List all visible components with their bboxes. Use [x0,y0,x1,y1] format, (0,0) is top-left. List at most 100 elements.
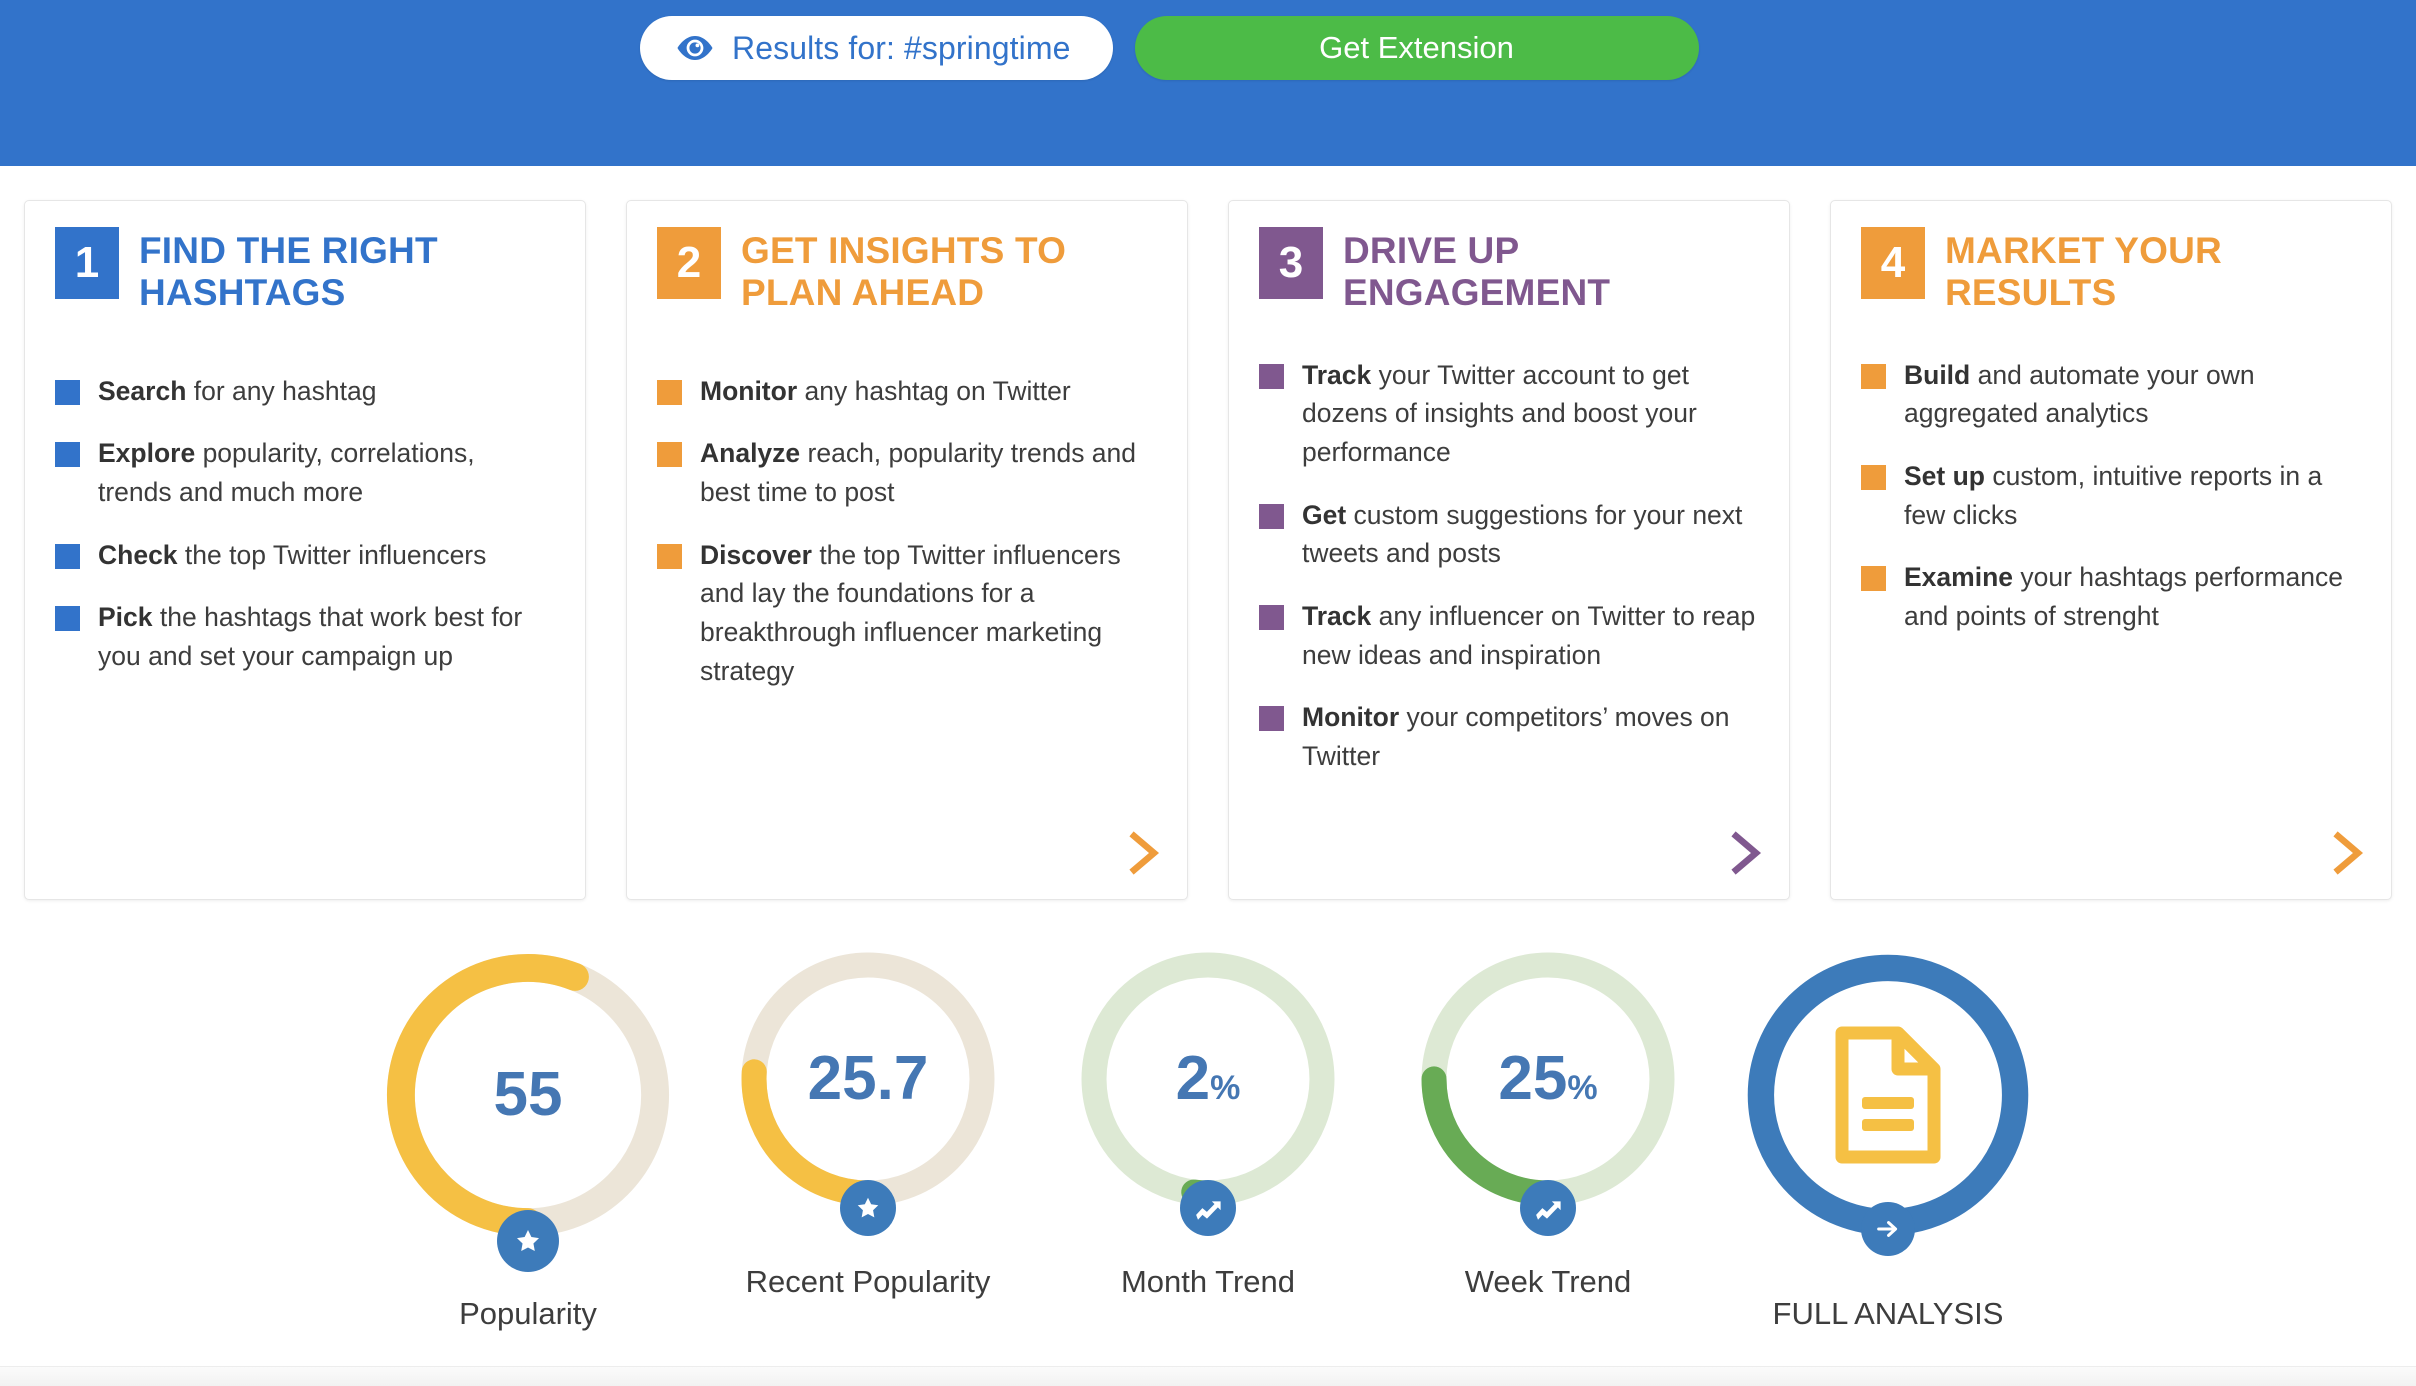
metric-popularity[interactable]: 55 Popularity [358,940,698,1332]
metric-week-trend[interactable]: 25% Week Trend [1378,940,1718,1300]
card-header: 4 MARKET YOUR RESULTS [1861,227,2361,314]
trend-badge[interactable] [1180,1180,1236,1236]
results-pill[interactable]: Results for: #springtime [640,16,1113,80]
trend-badge[interactable] [1520,1180,1576,1236]
star-icon [513,1226,543,1256]
get-extension-button[interactable]: Get Extension [1134,16,1699,80]
top-bar: Results for: #springtime Get Extension [0,0,2416,166]
list-item: Pick the hashtags that work best for you… [55,598,555,675]
bullet-text: Track your Twitter account to get dozens… [1302,356,1759,472]
bullet-rest: the top Twitter influencers [177,539,487,570]
gauge-value: 2% [1175,1044,1241,1113]
arrow-right-icon [1874,1215,1902,1243]
bullet-text: Examine your hashtags performance and po… [1904,558,2361,635]
bullet-square-icon [1259,503,1284,529]
bullet-rest: custom suggestions for your next tweets … [1302,499,1743,569]
feature-card-2[interactable]: 2 GET INSIGHTS TO PLAN AHEAD Monitor any… [626,200,1188,900]
bullet-square-icon [55,442,80,468]
trend-up-icon [1533,1193,1563,1223]
feature-card-4[interactable]: 4 MARKET YOUR RESULTS Build and automate… [1830,200,2392,900]
list-item: Monitor any hashtag on Twitter [657,372,1157,411]
list-item: Track any influencer on Twitter to reap … [1259,597,1759,674]
list-item: Check the top Twitter influencers [55,536,555,575]
trend-up-icon [1193,1193,1223,1223]
bullet-text: Analyze reach, popularity trends and bes… [700,434,1157,511]
star-badge[interactable] [840,1180,896,1236]
bullet-square-icon [1861,566,1886,592]
full-analysis-ring [1733,940,2043,1256]
metric-recent-popularity[interactable]: 25.7 Recent Popularity [698,940,1038,1300]
card-bullet-list: Build and automate your own aggregated a… [1861,356,2361,636]
list-item: Discover the top Twitter influencers and… [657,536,1157,691]
card-bullet-list: Track your Twitter account to get dozens… [1259,356,1759,776]
arrow-badge[interactable] [1861,1202,1915,1256]
gauge-value: 25.7 [807,1044,929,1113]
feature-card-3[interactable]: 3 DRIVE UP ENGAGEMENT Track your Twitter… [1228,200,1790,900]
bullet-rest: the hashtags that work best for you and … [98,602,523,672]
list-item: Build and automate your own aggregated a… [1861,356,2361,433]
bullet-strong: Get [1302,499,1347,530]
card-bullet-list: Monitor any hashtag on Twitter Analyze r… [657,372,1157,691]
results-label: Results for: #springtime [732,29,1071,66]
list-item: Analyze reach, popularity trends and bes… [657,434,1157,511]
card-title: MARKET YOUR RESULTS [1945,230,2222,313]
document-icon [1828,1025,1948,1165]
bullet-strong: Discover [700,539,812,570]
bullet-strong: Analyze [700,438,801,469]
bullet-strong: Pick [98,602,153,633]
top-bar-content: Results for: #springtime Get Extension [640,16,1699,80]
bullet-square-icon [1259,706,1284,732]
card-header: 3 DRIVE UP ENGAGEMENT [1259,227,1759,314]
bullet-text: Build and automate your own aggregated a… [1904,356,2361,433]
star-badge[interactable] [497,1210,559,1272]
card-number-badge: 3 [1259,227,1323,299]
gauge-value: 55 [493,1060,563,1129]
bullet-text: Monitor your competitors’ moves on Twitt… [1302,698,1759,775]
bullet-rest: any hashtag on Twitter [797,375,1071,406]
chevron-right-icon[interactable] [2331,831,2365,875]
gauge-ring: 55 [373,940,683,1272]
bullet-strong: Build [1904,359,1971,390]
eye-icon [676,35,714,61]
bullet-strong: Track [1302,601,1372,632]
bullet-strong: Set up [1904,460,1985,491]
bullet-square-icon [657,442,682,468]
bullet-square-icon [657,379,682,405]
bullet-text: Track any influencer on Twitter to reap … [1302,597,1759,674]
bullet-strong: Track [1302,359,1372,390]
feature-card-1[interactable]: 1 FIND THE RIGHT HASHTAGS Search for any… [24,200,586,900]
metric-label: Week Trend [1464,1264,1632,1299]
bullet-text: Get custom suggestions for your next twe… [1302,496,1759,573]
list-item: Set up custom, intuitive reports in a fe… [1861,457,2361,534]
card-header: 1 FIND THE RIGHT HASHTAGS [55,227,555,314]
card-number-badge: 1 [55,227,119,299]
metric-label: Popularity [459,1296,597,1331]
chevron-right-icon[interactable] [1127,831,1161,875]
card-title: FIND THE RIGHT HASHTAGS [139,230,438,313]
card-header: 2 GET INSIGHTS TO PLAN AHEAD [657,227,1157,314]
bullet-strong: Monitor [700,375,798,406]
bullet-text: Search for any hashtag [98,372,376,411]
bullet-square-icon [1861,363,1886,389]
bullet-square-icon [55,379,80,405]
list-item: Explore popularity, correlations, trends… [55,434,555,511]
gauge-ring: 2% [1069,940,1347,1236]
bullet-text: Pick the hashtags that work best for you… [98,598,555,675]
bullet-text: Monitor any hashtag on Twitter [700,372,1071,411]
list-item: Monitor your competitors’ moves on Twitt… [1259,698,1759,775]
metric-month-trend[interactable]: 2% Month Trend [1038,940,1378,1300]
star-icon [854,1194,882,1222]
bullet-text: Set up custom, intuitive reports in a fe… [1904,457,2361,534]
bullet-square-icon [55,543,80,569]
feature-cards-row: 1 FIND THE RIGHT HASHTAGS Search for any… [24,200,2392,900]
bullet-square-icon [657,543,682,569]
bullet-strong: Search [98,375,187,406]
bullet-strong: Check [98,539,178,570]
metric-full-analysis[interactable]: FULL ANALYSIS [1718,940,2058,1332]
bullet-square-icon [1861,464,1886,490]
metric-label: FULL ANALYSIS [1772,1296,2004,1331]
bullet-text: Check the top Twitter influencers [98,536,486,575]
list-item: Search for any hashtag [55,372,555,411]
gauge-ring: 25.7 [729,940,1007,1236]
chevron-right-icon[interactable] [1729,831,1763,875]
